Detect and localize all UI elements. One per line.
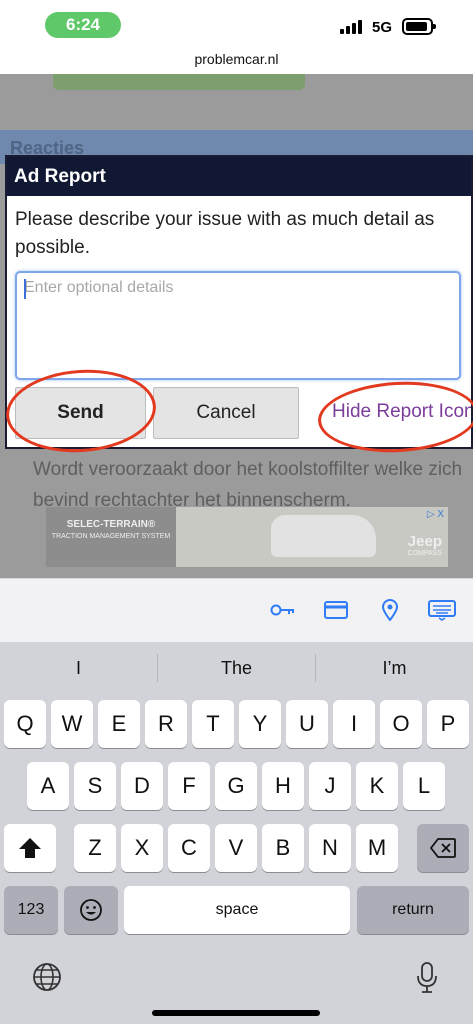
suggestion-bar: I The I’m — [0, 642, 473, 694]
ad-model: COMPASS — [407, 550, 443, 557]
key-g[interactable]: G — [215, 762, 257, 810]
modal-title: Ad Report — [7, 157, 471, 196]
key-d[interactable]: D — [121, 762, 163, 810]
key-l[interactable]: L — [403, 762, 445, 810]
keyboard: I The I’m Q W E R T Y U I O P A S D F G … — [0, 642, 473, 1024]
suggestion-3[interactable]: I’m — [316, 658, 473, 679]
key-i[interactable]: I — [333, 700, 375, 748]
key-icon[interactable] — [270, 599, 296, 621]
suggestion-1[interactable]: I — [0, 658, 157, 679]
ad-banner[interactable]: SELEC-TERRAIN® TRACTION MANAGEMENT SYSTE… — [46, 507, 448, 567]
space-key[interactable]: space — [124, 886, 350, 934]
key-k[interactable]: K — [356, 762, 398, 810]
globe-icon[interactable] — [32, 962, 62, 992]
key-p[interactable]: P — [427, 700, 469, 748]
key-e[interactable]: E — [98, 700, 140, 748]
key-b[interactable]: B — [262, 824, 304, 872]
ad-choices-icon[interactable]: ▷ X — [427, 509, 444, 520]
key-r[interactable]: R — [145, 700, 187, 748]
details-input[interactable] — [15, 271, 461, 380]
key-z[interactable]: Z — [74, 824, 116, 872]
key-w[interactable]: W — [51, 700, 93, 748]
send-button[interactable]: Send — [15, 387, 146, 439]
ad-report-modal: Ad Report Please describe your issue wit… — [5, 155, 473, 449]
key-a[interactable]: A — [27, 762, 69, 810]
battery-icon — [402, 18, 436, 35]
location-icon[interactable] — [381, 599, 399, 621]
emoji-key[interactable] — [64, 886, 118, 934]
ad-subline: TRACTION MANAGEMENT SYSTEM — [51, 533, 171, 540]
key-v[interactable]: V — [215, 824, 257, 872]
key-j[interactable]: J — [309, 762, 351, 810]
car-image — [271, 515, 376, 557]
text-caret — [24, 279, 26, 299]
key-t[interactable]: T — [192, 700, 234, 748]
key-h[interactable]: H — [262, 762, 304, 810]
return-key[interactable]: return — [357, 886, 469, 934]
network-type: 5G — [372, 19, 393, 36]
key-n[interactable]: N — [309, 824, 351, 872]
suggestion-2[interactable]: The — [158, 658, 315, 679]
key-u[interactable]: U — [286, 700, 328, 748]
microphone-icon[interactable] — [416, 962, 438, 994]
keyboard-accessory-bar — [0, 578, 473, 642]
green-banner — [53, 74, 305, 90]
delete-key[interactable] — [417, 824, 469, 872]
ad-headline: SELEC-TERRAIN® — [66, 519, 156, 530]
home-indicator[interactable] — [152, 1010, 320, 1016]
status-bar: 6:24 5G — [0, 0, 473, 48]
status-time[interactable]: 6:24 — [45, 12, 121, 38]
key-c[interactable]: C — [168, 824, 210, 872]
numbers-key[interactable]: 123 — [4, 886, 58, 934]
hide-report-icon-link[interactable]: Hide Report Icon — [332, 401, 471, 423]
keyboard-icon[interactable] — [428, 599, 456, 621]
shift-key[interactable] — [4, 824, 56, 872]
backspace-icon — [429, 838, 456, 858]
key-x[interactable]: X — [121, 824, 163, 872]
key-f[interactable]: F — [168, 762, 210, 810]
credit-card-icon[interactable] — [324, 599, 348, 621]
modal-description: Please describe your issue with as much … — [15, 209, 435, 258]
ad-brand: Jeep — [407, 533, 442, 550]
ad-brand-logo: Jeep COMPASS — [408, 533, 443, 557]
key-y[interactable]: Y — [239, 700, 281, 748]
cellular-signal-icon — [340, 20, 364, 34]
shift-icon — [19, 838, 41, 858]
url-bar[interactable]: problemcar.nl — [0, 48, 473, 74]
ad-text-panel: SELEC-TERRAIN® TRACTION MANAGEMENT SYSTE… — [46, 507, 176, 567]
emoji-icon — [80, 899, 102, 921]
key-m[interactable]: M — [356, 824, 398, 872]
key-s[interactable]: S — [74, 762, 116, 810]
key-o[interactable]: O — [380, 700, 422, 748]
key-q[interactable]: Q — [4, 700, 46, 748]
cancel-button[interactable]: Cancel — [153, 387, 299, 439]
